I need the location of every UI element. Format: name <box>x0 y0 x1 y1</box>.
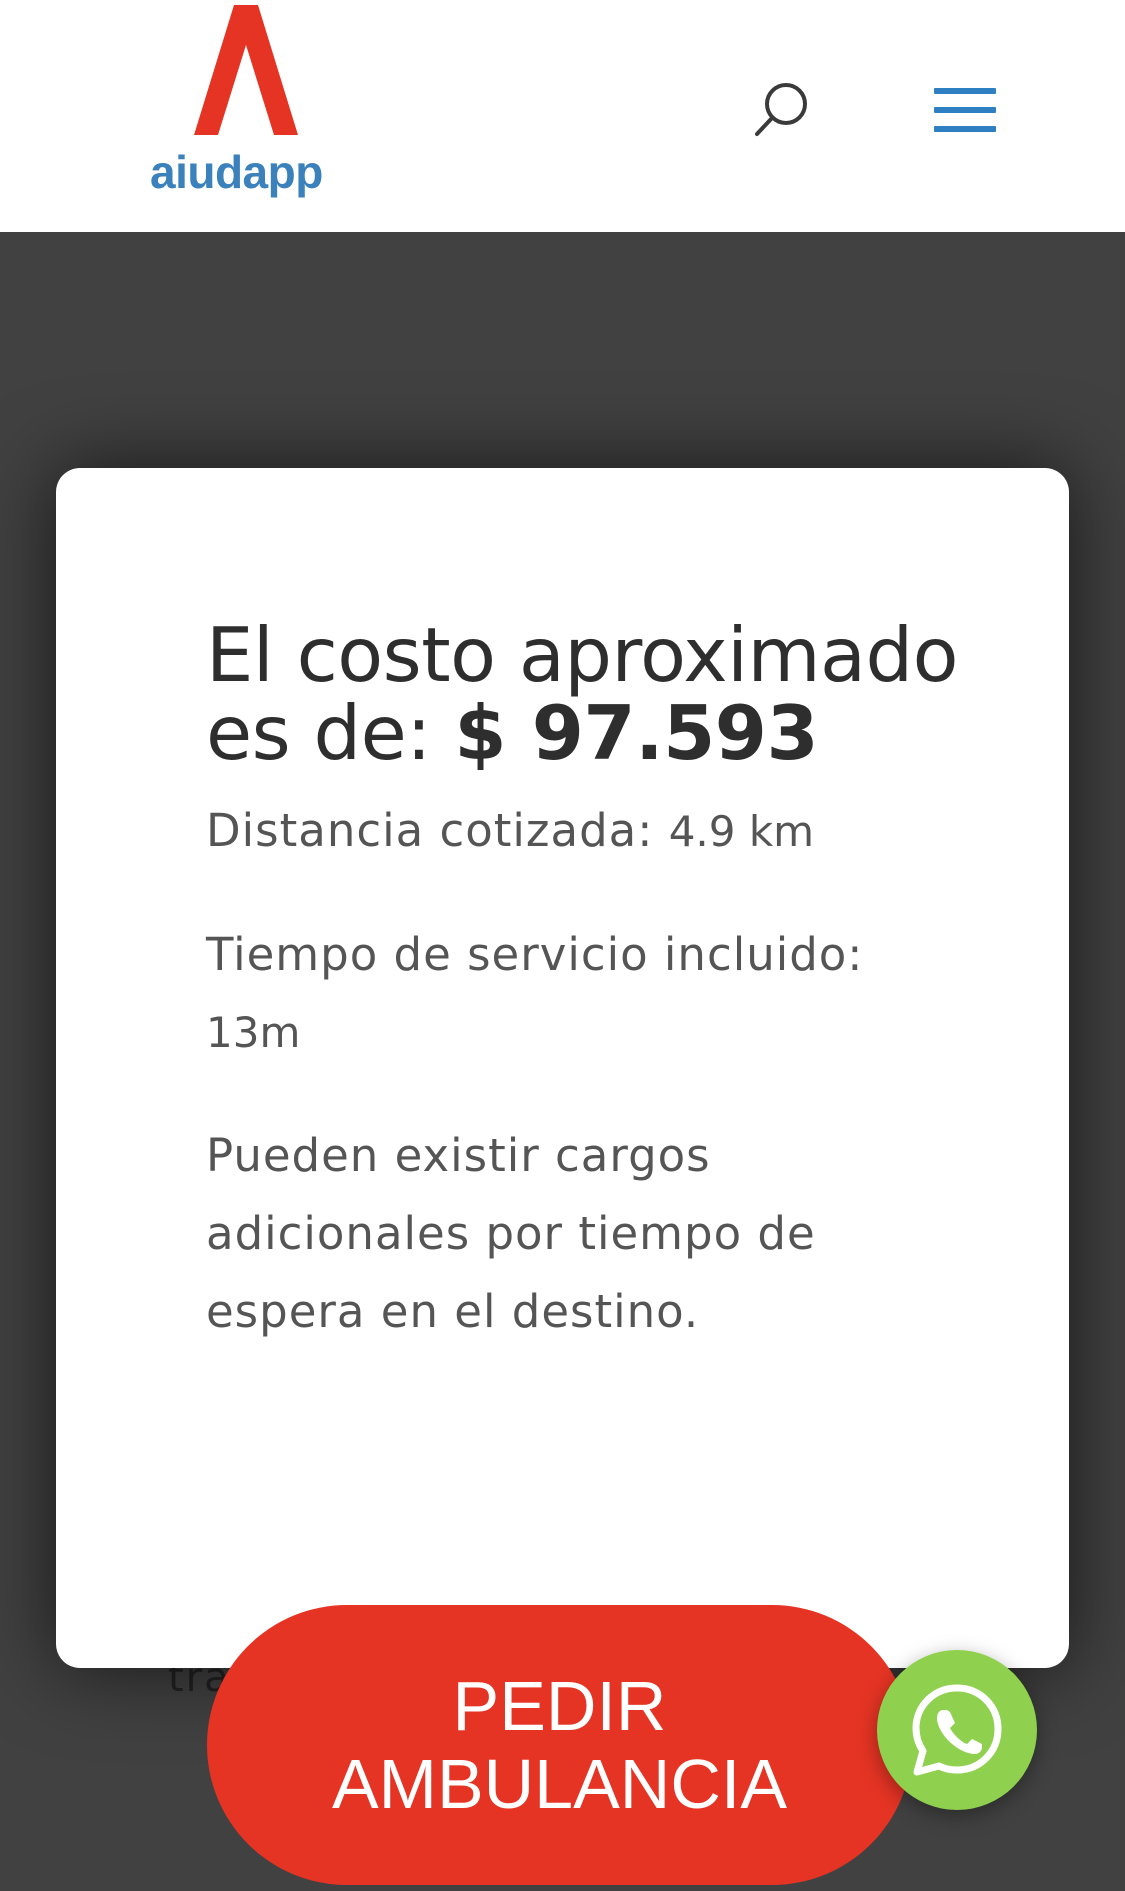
site-header: aiudapp <box>0 0 1125 232</box>
search-icon <box>755 83 807 136</box>
modal-content: El costo aproximado es de: $ 97.593 Dist… <box>206 616 966 1351</box>
cost-title: El costo aproximado es de: $ 97.593 <box>206 616 966 772</box>
extra-charges-note: Pueden existir cargos adicionales por ti… <box>206 1129 816 1338</box>
distance-row: Distancia cotizada: 4.9 km <box>206 792 966 871</box>
logo-a-icon <box>194 5 298 135</box>
time-label: Tiempo de servicio incluido: <box>206 928 864 981</box>
cta-line-2: AMBULANCIA <box>331 1745 788 1823</box>
whatsapp-button[interactable] <box>877 1650 1037 1810</box>
time-value: 13m <box>206 1008 301 1057</box>
whatsapp-icon <box>912 1684 1002 1776</box>
menu-button[interactable] <box>934 88 996 132</box>
menu-line <box>934 126 996 132</box>
menu-line <box>934 107 996 113</box>
distance-value: 4.9 km <box>668 807 815 856</box>
request-ambulance-button[interactable]: PEDIR AMBULANCIA <box>207 1605 912 1885</box>
cost-price: $ 97.593 <box>454 689 819 777</box>
search-button[interactable] <box>752 80 812 140</box>
cost-modal: El costo aproximado es de: $ 97.593 Dist… <box>56 468 1069 1668</box>
cta-line-1: PEDIR <box>452 1667 667 1745</box>
hamburger-menu-icon <box>934 88 996 94</box>
logo-wordmark: aiudapp <box>150 146 323 198</box>
time-block: Tiempo de servicio incluido: 13m <box>206 916 966 1072</box>
aiudapp-logo[interactable]: aiudapp <box>150 5 350 205</box>
distance-label: Distancia cotizada: <box>206 804 669 857</box>
